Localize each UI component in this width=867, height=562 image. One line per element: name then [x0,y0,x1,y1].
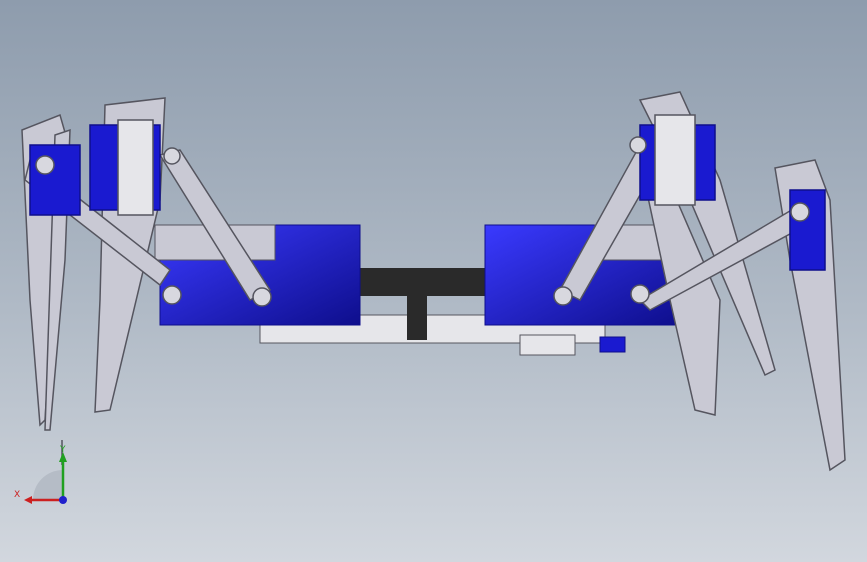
x-axis-label: X [14,490,20,500]
z-axis-dot [59,496,67,504]
y-axis-label: Y [59,445,66,455]
orientation-triad: X Y [14,445,67,504]
3d-viewport[interactable]: X Y [0,0,867,562]
